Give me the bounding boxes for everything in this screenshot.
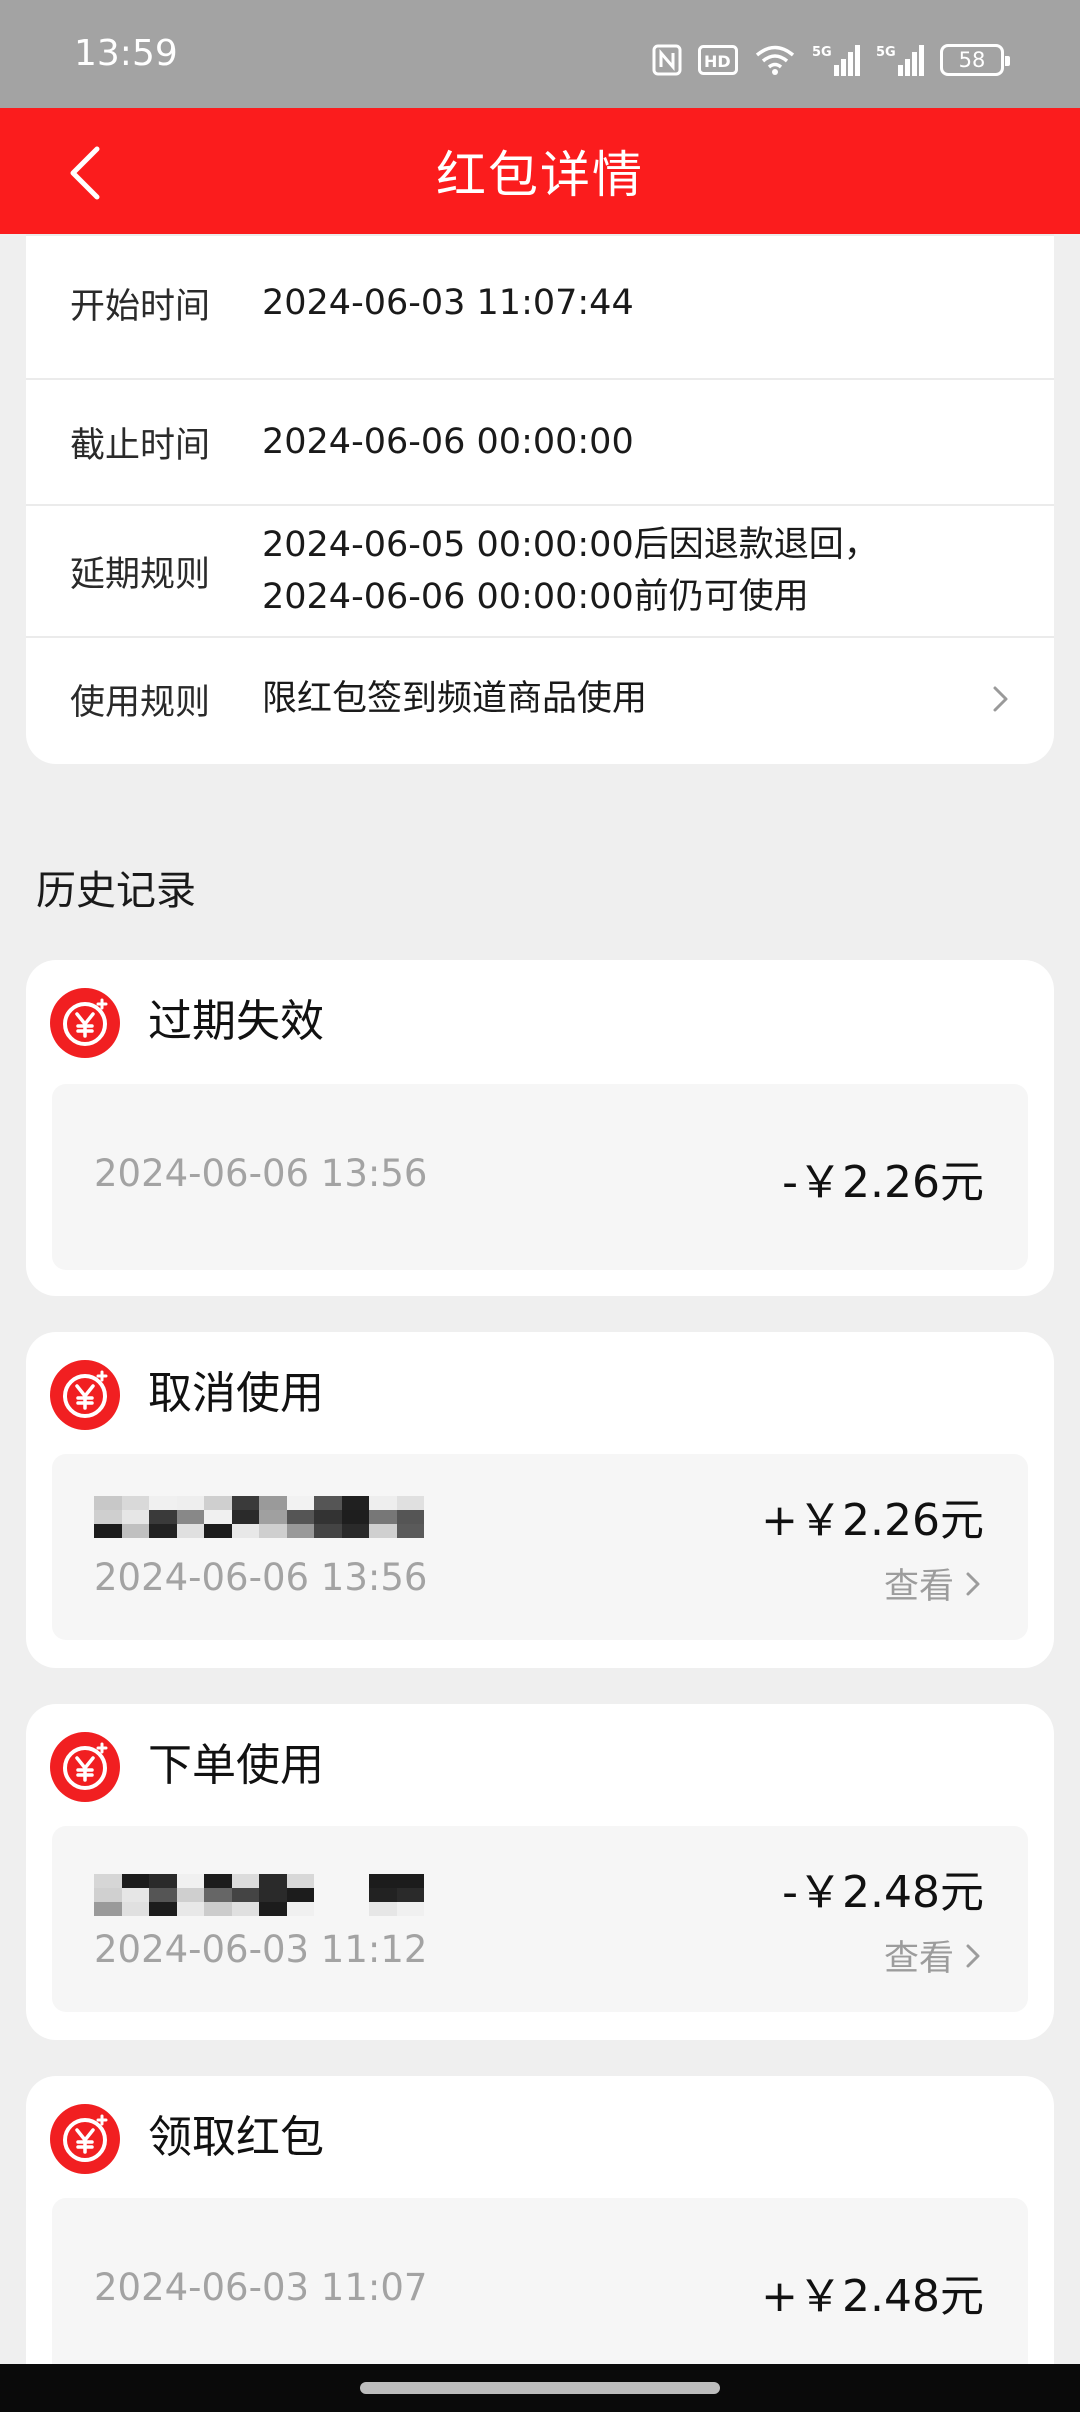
info-value: 2024-06-03 11:07:44 [262,283,634,323]
view-order-link[interactable]: 查看 [884,1558,984,1609]
view-order-link[interactable]: 查看 [884,1930,984,1981]
nfc-icon [652,44,682,76]
info-row-end-time: 截止时间 2024-06-06 00:00:00 [26,378,1054,504]
info-value-line: 2024-06-05 00:00:00后因退款退回， [262,525,879,565]
info-label: 开始时间 [70,286,211,327]
record-amount: -￥2.26元 [782,1157,984,1208]
record-time: 2024-06-06 13:56 [94,1152,428,1195]
record-detail: 2024-06-06 13:56 -￥2.26元 [52,1084,1028,1270]
record-amount: -￥2.48元 [782,1867,984,1918]
red-packet-yuan-icon [50,1732,120,1802]
battery-level: 58 [958,47,986,72]
info-row-extension-rule: 延期规则 2024-06-05 00:00:00后因退款退回， 2024-06-… [26,504,1054,636]
record-title: 领取红包 [148,2112,324,2163]
info-row-start-time: 开始时间 2024-06-03 11:07:44 [26,244,1054,362]
chevron-right-icon [993,686,1008,712]
redacted-order-name [94,1496,424,1538]
red-packet-yuan-icon [50,1360,120,1430]
hd-icon: HD [698,45,738,75]
svg-text:5G: 5G [812,45,832,60]
info-label: 使用规则 [70,682,211,723]
red-packet-yuan-icon [50,2104,120,2174]
record-title: 取消使用 [148,1368,324,1419]
status-bar: 13:59 HD 5G 5G 58 [0,0,1080,108]
record-time: 2024-06-03 11:12 [94,1928,428,1971]
system-nav-bar [0,2364,1080,2412]
record-detail: 2024-06-03 11:07 +￥2.48元 [52,2198,1028,2384]
page-title: 红包详情 [436,146,644,204]
header-bar: 红包详情 [0,108,1080,234]
info-label: 延期规则 [70,554,211,595]
record-amount: +￥2.48元 [761,2271,984,2322]
history-record-card: 取消使用 +￥2.26元 2024-06-06 13:56 查看 [26,1332,1054,1668]
record-detail[interactable]: +￥2.26元 2024-06-06 13:56 查看 [52,1454,1028,1640]
info-value: 2024-06-06 00:00:00 [262,422,634,462]
status-time: 13:59 [74,33,178,74]
record-time: 2024-06-06 13:56 [94,1556,428,1599]
history-record-card: 领取红包 2024-06-03 11:07 +￥2.48元 [26,2076,1054,2412]
record-title: 过期失效 [148,996,324,1047]
info-label: 截止时间 [70,425,211,466]
chevron-right-icon [966,1572,980,1595]
coupon-info-card: 开始时间 2024-06-03 11:07:44 截止时间 2024-06-06… [26,234,1054,764]
record-time: 2024-06-03 11:07 [94,2266,428,2309]
history-record-card: 过期失效 2024-06-06 13:56 -￥2.26元 [26,960,1054,1296]
signal-5g-icon: 5G [876,45,924,76]
back-button[interactable] [50,138,120,208]
home-indicator[interactable] [360,2382,720,2394]
info-value: 限红包签到频道商品使用 [262,679,648,719]
redacted-order-name [94,1874,424,1916]
history-title: 历史记录 [36,868,196,914]
svg-text:HD: HD [704,52,731,71]
view-link-label: 查看 [883,1567,954,1607]
battery-icon: 58 [940,44,1010,76]
record-detail[interactable]: -￥2.48元 2024-06-03 11:12 查看 [52,1826,1028,2012]
signal-5g-icon: 5G [812,45,860,76]
record-amount: +￥2.26元 [761,1495,984,1546]
record-title: 下单使用 [148,1740,324,1791]
info-row-usage-rule[interactable]: 使用规则 限红包签到频道商品使用 [26,636,1054,760]
red-packet-yuan-icon [50,988,120,1058]
chevron-right-icon [966,1944,980,1967]
wifi-icon [755,45,795,75]
history-record-card: 下单使用 -￥2.48元 2024-06-03 11:12 查看 [26,1704,1054,2040]
chevron-left-icon [70,146,100,200]
view-link-label: 查看 [883,1939,954,1979]
info-value-line: 2024-06-06 00:00:00前仍可使用 [262,577,809,617]
info-value: 2024-06-05 00:00:00后因退款退回， 2024-06-06 00… [262,519,879,623]
svg-text:5G: 5G [876,45,896,60]
status-icons: HD 5G 5G 58 [652,42,1010,78]
